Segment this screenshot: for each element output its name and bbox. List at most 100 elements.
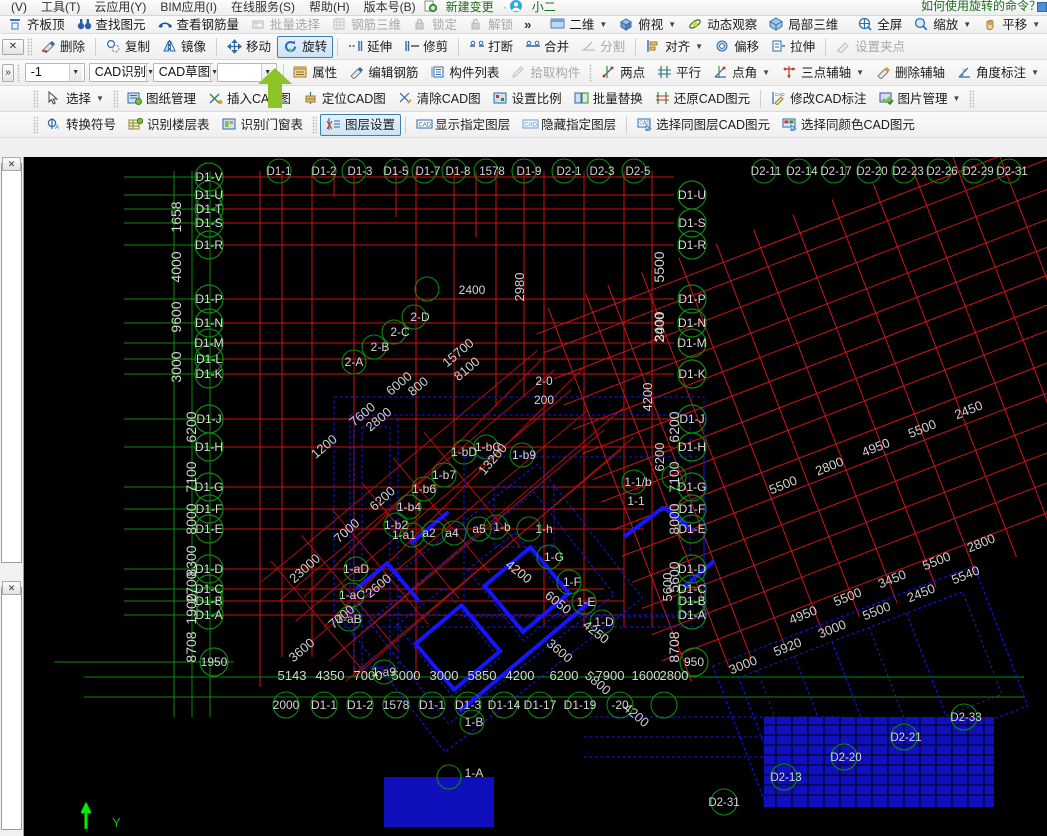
tool-edit-rebar[interactable]: 编辑钢筋 [343, 62, 424, 84]
toolbar-overflow-button[interactable]: » [519, 17, 536, 32]
menu-item-new-change[interactable]: 新建变更 [439, 1, 501, 15]
tool-merge[interactable]: 合并 [519, 36, 575, 58]
toolbar-properties[interactable]: » -1 ▼ CAD识别 ▼ CAD草图 ▼ ▼ 属性 编辑钢筋 构件列表 拾取… [0, 60, 1047, 86]
menu-item-bim[interactable]: BIM应用(I) [153, 1, 224, 15]
chevron-down-icon[interactable]: ▼ [953, 94, 961, 103]
tool-insert-cad[interactable]: 插入CAD图 [202, 88, 297, 110]
tool-view-rebar-qty[interactable]: 查看钢筋量 [152, 17, 246, 33]
tool-rotate[interactable]: 旋转 [277, 35, 334, 58]
toolbar-gripper[interactable] [16, 63, 20, 82]
toolbar-common[interactable]: 齐板顶 查找图元 查看钢筋量 批量选择 钢筋三维 锁定 解锁 » 二维 ▼ 俯视… [0, 16, 1047, 34]
tool-pick-component[interactable]: 拾取构件 [505, 62, 586, 84]
tool-angle-dimension[interactable]: α 角度标注 ▼ [951, 62, 1045, 84]
tool-clear-cad[interactable]: 清除CAD图 [392, 88, 487, 110]
tool-lock[interactable]: 锁定 [407, 17, 463, 33]
toolbar-edit[interactable]: ✕ 删除 复制 镜像 移动 旋转 延伸 修剪 打断 合并 分割 对齐 ▼ 偏移 … [0, 34, 1047, 60]
tool-batch-replace[interactable]: 批量替换 [568, 88, 649, 110]
tool-align[interactable]: 对齐 ▼ [640, 36, 709, 58]
toolbar-layer[interactable]: A 转换符号 识别楼层表 识别门窗表 图层设置 CAD 显示指定图层 CAD 隐… [0, 112, 1047, 138]
left-panel-strip[interactable]: ✕ ✕ [0, 157, 24, 836]
tool-split[interactable]: 分割 [575, 36, 631, 58]
toolbar-gripper[interactable] [589, 63, 593, 82]
tool-properties[interactable]: 属性 [287, 62, 343, 84]
tool-top-view[interactable]: 俯视 ▼ [613, 17, 682, 33]
tool-stretch[interactable]: 拉伸 [765, 36, 821, 58]
tool-select-same-color-cad[interactable]: 选择同颜色CAD图元 [776, 114, 921, 136]
menu-item-version[interactable]: 版本号(B) [357, 1, 423, 15]
left-panel-upper[interactable] [1, 163, 22, 563]
tool-extend[interactable]: 延伸 [342, 36, 398, 58]
toolbar-gripper[interactable] [33, 89, 38, 108]
menu-item-cloud[interactable]: 云应用(Y) [87, 1, 153, 15]
cad-drawing-viewport[interactable]: D1-V D1-U D1-T D1-S D1-R D1-P D1-N D1-M D1-L… [24, 157, 1047, 836]
panel-expand-button[interactable]: » [2, 63, 14, 82]
tool-show-specified-layer[interactable]: CAD 显示指定图层 [410, 114, 516, 136]
tool-point-angle[interactable]: 点角 ▼ [707, 62, 776, 84]
left-panel-lower-close-button[interactable]: ✕ [2, 581, 21, 595]
tool-fullscreen[interactable]: 全屏 [852, 17, 908, 33]
chevron-down-icon[interactable]: ▼ [260, 64, 274, 81]
menu-item-0[interactable]: (V) [4, 1, 34, 15]
tool-layer-settings[interactable]: 图层设置 [320, 113, 402, 136]
tool-set-grip-point[interactable]: 设置夹点 [830, 36, 911, 58]
tool-convert-symbol[interactable]: A 转换符号 [41, 114, 122, 136]
tool-hide-specified-layer[interactable]: CAD 隐藏指定图层 [516, 114, 622, 136]
chevron-down-icon[interactable]: ▼ [599, 20, 607, 29]
tool-set-scale[interactable]: 设置比例 [487, 88, 568, 110]
tool-parallel[interactable]: 平行 [651, 62, 707, 84]
tool-find-element[interactable]: 查找图元 [71, 17, 152, 33]
tool-two-point[interactable]: 两点 [595, 62, 651, 84]
tool-delete-axis[interactable]: 删除辅轴 [870, 62, 951, 84]
tool-modify-cad-dimension[interactable]: CAD 修改CAD标注 [765, 88, 872, 110]
toolbar-gripper[interactable] [27, 37, 32, 56]
tool-break[interactable]: 打断 [463, 36, 519, 58]
toolbar-gripper[interactable] [33, 115, 38, 134]
menu-item-tools[interactable]: 工具(T) [34, 1, 87, 15]
tool-locate-cad[interactable]: 定位CAD图 [297, 88, 392, 110]
chevron-down-icon[interactable]: ▼ [695, 42, 703, 51]
tool-offset[interactable]: 偏移 [709, 36, 765, 58]
tool-align-top[interactable]: 齐板顶 [2, 17, 71, 33]
toolbar-gripper[interactable] [969, 89, 975, 108]
tool-select-same-layer-cad[interactable]: CAD 选择同图层CAD图元 [631, 114, 776, 136]
left-panel-upper-close-button[interactable]: ✕ [2, 157, 21, 171]
chevron-down-icon[interactable]: ▼ [963, 20, 971, 29]
tool-select-mode[interactable]: 选择 ▼ [41, 88, 110, 110]
toolbar-gripper[interactable] [312, 115, 318, 134]
chevron-down-icon[interactable]: ▼ [1032, 20, 1040, 29]
combo-level[interactable]: -1 ▼ [24, 63, 85, 82]
chevron-down-icon[interactable]: ▼ [1031, 68, 1039, 77]
tool-recognize-door-window-table[interactable]: 识别门窗表 [216, 114, 310, 136]
tool-recognize-floor-table[interactable]: 识别楼层表 [122, 114, 216, 136]
tool-dynamic-observe[interactable]: 动态观察 [682, 17, 763, 33]
tool-view-2d[interactable]: 二维 ▼ [544, 17, 613, 33]
chevron-down-icon[interactable]: ▼ [856, 68, 864, 77]
canvas-area[interactable]: ✕ ✕ D1-V D1-U D1-T D1-S D1-R D1-P D1-N D… [0, 157, 1047, 836]
tool-pan[interactable]: 平移 ▼ [977, 17, 1046, 33]
tool-unlock[interactable]: 解锁 [463, 17, 519, 33]
menu-item-online-service[interactable]: 在线服务(S) [224, 1, 302, 15]
tool-rebar-3d[interactable]: 钢筋三维 [326, 17, 407, 33]
tool-three-point-axis[interactable]: 三点辅轴 ▼ [776, 62, 870, 84]
menu-item-help[interactable]: 帮助(H) [302, 1, 357, 15]
tool-partial-3d[interactable]: 局部三维 [763, 16, 844, 33]
tool-batch-select[interactable]: 批量选择 [245, 17, 326, 33]
tool-restore-cad-element[interactable]: 还原CAD图元 [649, 88, 756, 110]
chevron-down-icon[interactable]: ▼ [96, 94, 104, 103]
tool-zoom[interactable]: 缩放 ▼ [908, 17, 977, 33]
tool-mirror[interactable]: 镜像 [156, 36, 212, 58]
left-panel-lower[interactable] [1, 587, 22, 830]
panel-close-button-top[interactable]: ✕ [2, 38, 24, 55]
tool-copy[interactable]: 复制 [100, 36, 156, 58]
tool-move[interactable]: 移动 [221, 36, 277, 58]
chevron-down-icon[interactable]: ▼ [762, 68, 770, 77]
combo-blank[interactable]: ▼ [216, 63, 277, 82]
tool-component-list[interactable]: 构件列表 [424, 62, 505, 84]
tool-drawing-manager[interactable]: 图纸管理 [121, 88, 202, 110]
tool-trim[interactable]: 修剪 [398, 36, 454, 58]
toolbar-gripper[interactable] [112, 89, 118, 108]
chevron-down-icon[interactable]: ▼ [668, 20, 676, 29]
tool-delete[interactable]: 删除 [35, 36, 91, 58]
toolbar-cad[interactable]: 选择 ▼ 图纸管理 插入CAD图 定位CAD图 清除CAD图 设置比例 批量替换… [0, 86, 1047, 112]
tool-image-manager[interactable]: 图片管理 ▼ [873, 88, 967, 110]
